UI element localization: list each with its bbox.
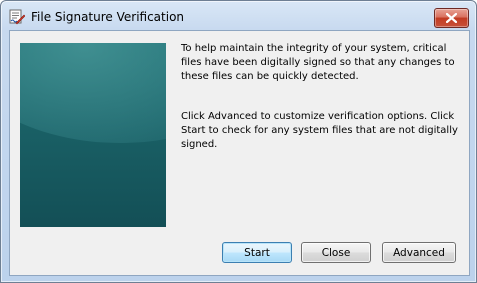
- title-bar[interactable]: File Signature Verification: [1, 1, 476, 31]
- window-title: File Signature Verification: [31, 10, 185, 24]
- window-close-button[interactable]: [434, 8, 469, 28]
- dialog-window: File Signature Verification To help main…: [0, 0, 477, 283]
- signature-verification-app-icon: [9, 9, 26, 25]
- decorative-banner-image: [20, 43, 166, 227]
- instructions-text: Click Advanced to customize verification…: [181, 111, 458, 150]
- start-button[interactable]: Start: [222, 242, 292, 263]
- dialog-client-area: To help maintain the integrity of your s…: [9, 30, 470, 276]
- advanced-button[interactable]: Advanced: [382, 242, 456, 263]
- intro-text: To help maintain the integrity of your s…: [181, 43, 455, 82]
- close-button[interactable]: Close: [301, 242, 371, 263]
